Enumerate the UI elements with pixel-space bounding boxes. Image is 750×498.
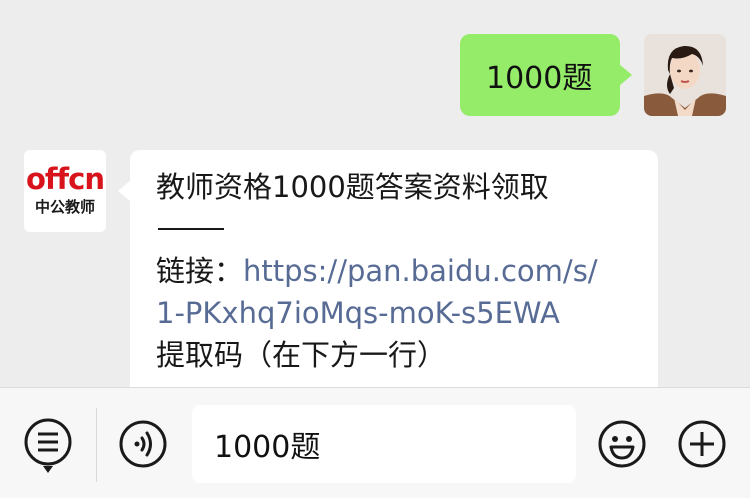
extraction-code-line: 提取码（在下方一行） bbox=[156, 338, 447, 372]
user-avatar[interactable] bbox=[644, 34, 726, 116]
link-prefix: 链接： bbox=[156, 254, 244, 288]
message-input[interactable]: 1000题 bbox=[192, 405, 576, 483]
offcn-avatar[interactable]: offcn 中公教师 bbox=[24, 150, 106, 232]
incoming-message-bubble[interactable]: 教师资格1000题答案资料领取 链接：https://pan.baidu.com… bbox=[118, 150, 658, 410]
outgoing-message-bubble[interactable]: 1000题 bbox=[460, 34, 632, 116]
plus-icon[interactable] bbox=[677, 419, 727, 469]
outgoing-message-text: 1000题 bbox=[486, 61, 593, 96]
chat-screen: 1000题 offcn 中公教师 教师资格1000题答案资料领取 链接：http… bbox=[0, 0, 750, 498]
input-bar: 1000题 bbox=[0, 387, 750, 498]
menu-icon[interactable] bbox=[24, 418, 74, 476]
offcn-logo-text: offcn bbox=[26, 162, 105, 196]
bar-divider bbox=[96, 408, 97, 482]
message-title: 教师资格1000题答案资料领取 bbox=[156, 170, 549, 204]
share-link-part2[interactable]: 1-PKxhq7ioMqs-moK-s5EWA bbox=[156, 292, 638, 334]
user-avatar-photo-icon bbox=[644, 34, 726, 116]
message-input-value: 1000题 bbox=[214, 430, 321, 465]
message-divider bbox=[158, 228, 224, 230]
share-link-part1[interactable]: https://pan.baidu.com/s/ bbox=[243, 254, 598, 288]
emoji-icon[interactable] bbox=[597, 419, 647, 469]
message-link-line: 链接：https://pan.baidu.com/s/ bbox=[156, 250, 638, 292]
voice-icon[interactable] bbox=[118, 419, 168, 469]
offcn-logo-subtitle: 中公教师 bbox=[34, 198, 95, 216]
